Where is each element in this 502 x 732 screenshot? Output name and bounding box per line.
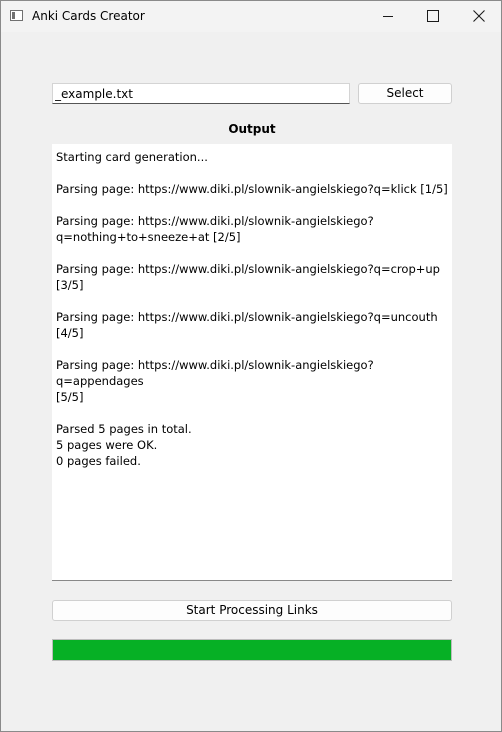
output-line: Starting card generation... <box>56 150 208 164</box>
close-icon <box>473 10 485 22</box>
output-line: [5/5] <box>56 390 84 404</box>
start-processing-button[interactable]: Start Processing Links <box>52 600 452 621</box>
output-line: Parsing page: https://www.diki.pl/slowni… <box>56 214 374 228</box>
output-blank-line <box>56 405 448 421</box>
window-title: Anki Cards Creator <box>32 9 145 23</box>
progress-bar-fill <box>53 640 451 660</box>
output-line: Parsing page: https://www.diki.pl/slowni… <box>56 358 374 388</box>
title-bar[interactable]: Anki Cards Creator <box>1 1 501 32</box>
app-window-icon <box>10 10 23 21</box>
output-line: Parsed 5 pages in total. <box>56 422 192 436</box>
close-button[interactable] <box>456 1 501 32</box>
output-line: Parsing page: https://www.diki.pl/slowni… <box>56 262 440 292</box>
output-heading: Output <box>228 122 276 136</box>
output-blank-line <box>56 245 448 261</box>
select-button[interactable]: Select <box>358 83 452 104</box>
file-path-input[interactable] <box>52 83 350 104</box>
progress-bar <box>52 639 452 661</box>
output-log[interactable]: Starting card generation... Parsing page:… <box>52 144 452 581</box>
output-line: 5 pages were OK. <box>56 438 158 452</box>
output-line: Parsing page: https://www.diki.pl/slowni… <box>56 310 438 340</box>
output-blank-line <box>56 197 448 213</box>
output-blank-line <box>56 293 448 309</box>
output-line: Parsing page: https://www.diki.pl/slowni… <box>56 182 448 196</box>
output-line: q=nothing+to+sneeze+at [2/5] <box>56 230 241 244</box>
maximize-button[interactable] <box>410 1 455 32</box>
minimize-button[interactable] <box>365 1 410 32</box>
output-blank-line <box>56 341 448 357</box>
output-line: 0 pages failed. <box>56 454 141 468</box>
output-blank-line <box>56 165 448 181</box>
app-window: Anki Cards Creator Select Output Startin… <box>0 0 502 732</box>
